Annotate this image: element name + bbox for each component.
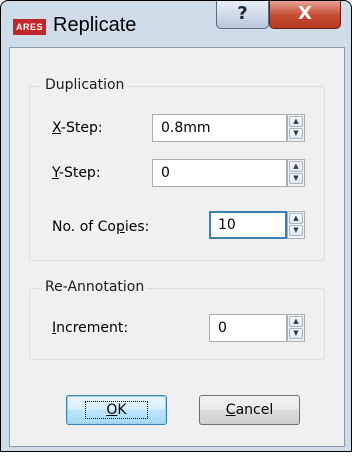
- replicate-dialog: ARES Replicate ? X Duplication X-Step: 0…: [0, 0, 352, 452]
- spin-up-icon[interactable]: ▲: [289, 116, 303, 127]
- copies-spinner[interactable]: ▲ ▼: [287, 211, 305, 239]
- spin-down-icon[interactable]: ▼: [289, 225, 303, 236]
- increment-input[interactable]: 0: [209, 314, 287, 342]
- spin-down-icon[interactable]: ▼: [289, 128, 303, 139]
- close-button[interactable]: X: [269, 1, 341, 29]
- window-title: Replicate: [53, 14, 137, 36]
- ok-button[interactable]: OK: [66, 395, 167, 425]
- y-step-spinner[interactable]: ▲ ▼: [287, 159, 305, 187]
- cancel-button[interactable]: Cancel: [199, 395, 300, 425]
- spin-up-icon[interactable]: ▲: [289, 316, 303, 327]
- increment-spinner[interactable]: ▲ ▼: [287, 314, 305, 342]
- reannotation-group-label: Re-Annotation: [42, 279, 148, 295]
- y-step-input[interactable]: 0: [152, 159, 287, 187]
- x-step-input[interactable]: 0.8mm: [152, 114, 287, 142]
- spin-down-icon[interactable]: ▼: [289, 328, 303, 339]
- help-button[interactable]: ?: [216, 1, 269, 29]
- copies-input[interactable]: 10: [209, 211, 287, 239]
- x-step-label: X-Step:: [52, 120, 103, 136]
- copies-label: No. of Copies:: [52, 219, 150, 235]
- spin-down-icon[interactable]: ▼: [289, 173, 303, 184]
- spin-up-icon[interactable]: ▲: [289, 213, 303, 224]
- spin-up-icon[interactable]: ▲: [289, 161, 303, 172]
- dialog-client-area: Duplication X-Step: 0.8mm ▲ ▼ Y-Step: 0 …: [9, 47, 345, 447]
- increment-label: Increment:: [52, 320, 129, 336]
- x-step-spinner[interactable]: ▲ ▼: [287, 114, 305, 142]
- title-bar[interactable]: ARES Replicate ? X: [1, 1, 351, 45]
- duplication-group-label: Duplication: [42, 77, 128, 93]
- y-step-label: Y-Step:: [52, 165, 101, 181]
- ares-app-icon: ARES: [13, 19, 46, 35]
